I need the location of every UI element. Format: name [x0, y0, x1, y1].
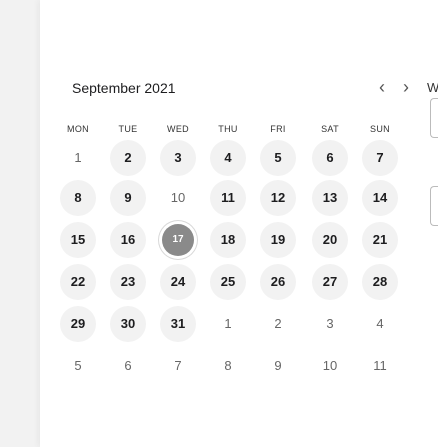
prev-month-button[interactable]: ‹ — [372, 76, 392, 98]
weekday-label-wed: WED — [167, 124, 189, 134]
day-cell: 4 — [376, 316, 384, 331]
weekday-label-tue: TUE — [118, 124, 138, 134]
day-cell[interactable]: 28 — [362, 264, 398, 300]
day-cell: 1 — [224, 316, 232, 331]
day-cell[interactable]: 19 — [260, 222, 296, 258]
day-cell: 3 — [326, 316, 334, 331]
day-cell[interactable]: 22 — [60, 264, 96, 300]
day-cell[interactable]: 23 — [110, 264, 146, 300]
weekday-label-sun: SUN — [370, 124, 390, 134]
day-cell[interactable]: 18 — [210, 222, 246, 258]
day-cell[interactable]: 11 — [210, 180, 246, 216]
day-cell[interactable]: 8 — [60, 180, 96, 216]
weekday-label-thu: THU — [218, 124, 238, 134]
day-cell: 9 — [274, 358, 282, 373]
week-row: 8 9 10 11 12 13 14 — [60, 180, 432, 216]
week-row: 1 234567 — [60, 140, 432, 176]
selected-day[interactable]: 17 — [162, 224, 194, 256]
day-cell[interactable]: 6 — [312, 140, 348, 176]
day-cell[interactable]: 20 — [312, 222, 348, 258]
week-row: 5 6 7 8 9 10 11 — [60, 348, 432, 384]
day-cell[interactable]: 2 — [110, 140, 146, 176]
day-cell[interactable]: 5 — [260, 140, 296, 176]
weekday-label-sat: SAT — [321, 124, 339, 134]
day-cell[interactable]: 24 — [160, 264, 196, 300]
day-cell: 10 — [322, 358, 338, 373]
week-row: 15 16 17 18 19 20 21 — [60, 222, 432, 258]
week-row: 29 30 31 1 2 3 4 — [60, 306, 432, 342]
weekday-label-fri: FRI — [270, 124, 286, 134]
side-panel-heading: W — [427, 80, 438, 95]
day-cell[interactable]: 7 — [362, 140, 398, 176]
day-cell[interactable]: 30 — [110, 306, 146, 342]
day-cell: 5 — [74, 358, 82, 373]
day-cell: 7 — [174, 358, 182, 373]
day-cell: 8 — [224, 358, 232, 373]
day-cell[interactable]: 31 — [160, 306, 196, 342]
day-cell[interactable]: 21 — [362, 222, 398, 258]
day-cell[interactable]: 25 — [210, 264, 246, 300]
day-cell[interactable]: 27 — [312, 264, 348, 300]
day-cell[interactable]: 13 — [312, 180, 348, 216]
chevron-right-icon: › — [403, 77, 409, 97]
day-cell[interactable]: 12 — [260, 180, 296, 216]
day-cell: 11 — [373, 358, 387, 373]
day-cell: 6 — [124, 358, 132, 373]
booking-stage: September 2021 ‹ › W MON TUE WED THU FRI SAT S… — [0, 0, 438, 447]
day-cell[interactable]: 15 — [60, 222, 96, 258]
week-row: 22 23 24 25 26 27 28 — [60, 264, 432, 300]
weekday-label-mon: MON — [67, 124, 89, 134]
next-month-button[interactable]: › — [396, 76, 416, 98]
day-cell[interactable]: 26 — [260, 264, 296, 300]
day-cell[interactable]: 29 — [60, 306, 96, 342]
day-cell[interactable]: 3 — [160, 140, 196, 176]
day-cell[interactable]: 16 — [110, 222, 146, 258]
month-title: September 2021 — [72, 80, 176, 96]
day-cell[interactable]: 14 — [362, 180, 398, 216]
weekday-header-row: MON TUE WED THU FRI SAT SUN — [60, 124, 432, 140]
day-cell[interactable]: 9 — [110, 180, 146, 216]
day-cell: 2 — [274, 316, 282, 331]
chevron-left-icon: ‹ — [379, 77, 385, 97]
day-cell: 1 — [74, 150, 82, 165]
day-cell: 10 — [170, 190, 186, 205]
day-cell[interactable]: 4 — [210, 140, 246, 176]
